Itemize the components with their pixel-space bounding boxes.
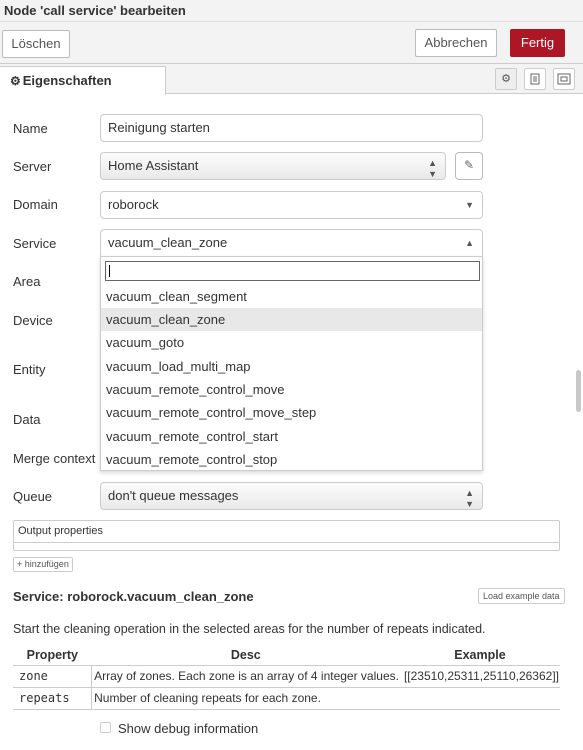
service-search-input[interactable]: [105, 261, 480, 281]
service-option[interactable]: vacuum_remote_control_move: [101, 378, 482, 401]
done-button[interactable]: Fertig: [510, 29, 565, 57]
updown-icon: ▲ ▼: [428, 158, 437, 179]
queue-select-value: don't queue messages: [108, 488, 239, 503]
updown-icon: ▲ ▼: [465, 488, 474, 509]
frame-icon[interactable]: [553, 68, 575, 90]
property-desc: Number of cleaning repeats for each zone…: [91, 687, 400, 710]
service-option-highlighted[interactable]: vacuum_clean_zone: [101, 308, 482, 331]
text-caret: [109, 265, 110, 277]
service-option[interactable]: vacuum_clean_segment: [101, 285, 482, 308]
service-option[interactable]: vacuum_remote_control_stop: [101, 448, 482, 471]
gear-icon: ⚙: [10, 74, 21, 88]
server-select-value: Home Assistant: [108, 158, 199, 173]
output-properties-header: Output properties: [14, 521, 559, 543]
scrollbar-thumb[interactable]: [576, 370, 581, 412]
service-option[interactable]: vacuum_remote_control_start: [101, 425, 482, 448]
queue-select[interactable]: don't queue messages ▲ ▼: [100, 482, 483, 510]
tab-bar: ⚙ Eigenschaften ⚙: [0, 64, 583, 95]
tab-properties[interactable]: ⚙ Eigenschaften: [0, 66, 166, 95]
column-header: Property: [13, 645, 92, 666]
name-label: Name: [13, 121, 48, 136]
queue-label: Queue: [13, 489, 53, 504]
entity-label: Entity: [13, 362, 46, 377]
service-select[interactable]: vacuum_clean_zone ▲: [100, 229, 483, 257]
property-example: [[23510,25311,25110,26362]]: [399, 665, 560, 688]
service-info-title: Service: roborock.vacuum_clean_zone: [13, 589, 254, 604]
property-name: repeats: [13, 687, 92, 710]
debug-checkbox[interactable]: [100, 722, 111, 733]
service-option[interactable]: vacuum_remote_control_move_step: [101, 401, 482, 424]
domain-select[interactable]: roborock ▼: [100, 191, 483, 219]
document-icon[interactable]: [524, 68, 546, 90]
tab-properties-label: Eigenschaften: [22, 73, 112, 88]
table-row: repeats Number of cleaning repeats for e…: [13, 687, 560, 710]
dialog-titlebar: Node 'call service' bearbeiten: [0, 0, 583, 22]
add-output-label: hinzufügen: [24, 559, 69, 569]
server-label: Server: [13, 159, 52, 174]
service-option[interactable]: vacuum_goto: [101, 331, 482, 354]
service-select-value: vacuum_clean_zone: [108, 235, 228, 250]
output-properties-list: Output properties: [13, 520, 560, 551]
device-label: Device: [13, 313, 53, 328]
service-dropdown: vacuum_clean_segment vacuum_clean_zone v…: [100, 256, 483, 471]
chevron-down-icon: ▼: [465, 200, 474, 210]
area-label: Area: [13, 274, 41, 289]
service-description: Start the cleaning operation in the sele…: [13, 622, 486, 636]
domain-label: Domain: [13, 197, 58, 212]
table-row: zone Array of zones. Each zone is an arr…: [13, 665, 560, 688]
dialog-toolbar: Löschen Abbrechen Fertig: [0, 22, 583, 64]
delete-button[interactable]: Löschen: [2, 30, 70, 58]
chevron-up-icon: ▲: [465, 238, 474, 248]
plus-icon: +: [17, 559, 23, 569]
service-option[interactable]: vacuum_load_multi_map: [101, 355, 482, 378]
pencil-icon: ✎: [463, 158, 475, 172]
service-properties-table: Property Desc Example zone Array of zone…: [13, 645, 560, 710]
data-label: Data: [13, 412, 41, 427]
debug-label: Show debug information: [118, 721, 259, 736]
domain-select-value: roborock: [108, 197, 159, 212]
dialog-title: Node 'call service' bearbeiten: [4, 3, 186, 18]
table-header-row: Property Desc Example: [13, 645, 560, 666]
server-select[interactable]: Home Assistant ▲ ▼: [100, 152, 446, 180]
column-header: Desc: [91, 645, 400, 666]
gear-icon[interactable]: ⚙: [495, 68, 517, 90]
add-output-button[interactable]: + hinzufügen: [13, 557, 73, 572]
edit-server-button[interactable]: ✎: [455, 152, 483, 180]
property-desc: Array of zones. Each zone is an array of…: [91, 665, 400, 688]
column-header: Example: [399, 645, 560, 666]
name-input[interactable]: Reinigung starten: [100, 114, 483, 142]
property-example: [399, 687, 560, 710]
load-example-button[interactable]: Load example data: [478, 588, 565, 604]
property-name: zone: [13, 665, 92, 688]
service-label: Service: [13, 236, 57, 251]
merge-context-label: Merge context: [13, 451, 96, 466]
cancel-button[interactable]: Abbrechen: [415, 29, 497, 57]
